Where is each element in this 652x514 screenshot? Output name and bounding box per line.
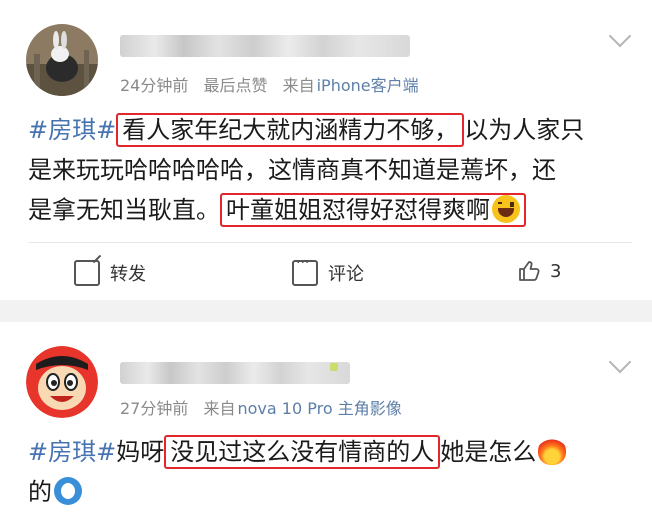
chevron-down-icon[interactable] — [608, 24, 632, 48]
repost-button[interactable]: 转发 — [74, 260, 146, 286]
post-text: #房琪#妈呀 没见过这么没有情商的人 她是怎么 的 — [28, 432, 628, 512]
like-button[interactable]: 3 — [518, 260, 561, 282]
username-blurred[interactable] — [120, 362, 350, 384]
post-separator — [0, 300, 652, 322]
user-avatar-cartoon[interactable] — [26, 346, 98, 418]
username-badge — [330, 363, 338, 371]
text-segment: 的 — [28, 478, 52, 506]
grinning-face-emoji-icon — [492, 195, 520, 223]
repost-icon — [74, 260, 100, 286]
source-label: 来自 — [203, 399, 236, 418]
post-time: 27分钟前 — [120, 399, 189, 418]
post-time: 24分钟前 — [120, 76, 189, 95]
device-link[interactable]: iPhone客户端 — [317, 76, 419, 95]
thumbs-up-icon — [518, 260, 540, 282]
highlighted-text: 看人家年纪大就内涵精力不够， — [116, 113, 465, 147]
repost-label: 转发 — [110, 264, 146, 285]
fire-emoji-icon — [538, 437, 567, 465]
comment-button[interactable]: 评论 — [292, 255, 364, 286]
text-segment: 她是怎么 — [440, 438, 537, 466]
text-segment: 以为人家只 — [464, 116, 585, 144]
comment-label: 评论 — [328, 264, 364, 285]
like-count: 3 — [550, 260, 562, 282]
blue-face-emoji-icon — [54, 477, 82, 505]
post-text: #房琪# 看人家年纪大就内涵精力不够， 以为人家只 是来玩玩哈哈哈哈哈，这情商真不知… — [28, 110, 628, 230]
divider — [28, 242, 632, 243]
user-avatar-rabbit[interactable] — [26, 24, 98, 96]
device-link[interactable]: nova 10 Pro 主角影像 — [237, 399, 401, 418]
username-blurred[interactable] — [120, 35, 410, 57]
highlighted-text: 没见过这么没有情商的人 — [164, 435, 441, 469]
text-segment: 是来玩玩哈哈哈哈哈，这情商真不知道是蔫坏，还 — [28, 156, 556, 184]
source-label: 来自 — [282, 76, 315, 95]
post-meta: 24分钟前 最后点赞 来自 iPhone客户端 — [120, 72, 429, 96]
post-card-1: 24分钟前 最后点赞 来自 iPhone客户端 #房琪# 看人家年纪大就内涵精力不够… — [0, 0, 652, 300]
topic-link[interactable]: #房琪# — [28, 438, 116, 466]
comment-icon — [292, 255, 318, 286]
last-like-label: 最后点赞 — [203, 76, 268, 95]
highlighted-text: 叶童姐姐怼得好怼得爽啊 — [220, 193, 526, 227]
highlighted-text-content: 叶童姐姐怼得好怼得爽啊 — [226, 196, 490, 224]
text-segment: 妈呀 — [116, 438, 165, 466]
text-segment: 是拿无知当耿直。 — [28, 196, 220, 224]
topic-link[interactable]: #房琪# — [28, 116, 116, 144]
post-meta: 27分钟前 来自 nova 10 Pro 主角影像 — [120, 395, 412, 419]
